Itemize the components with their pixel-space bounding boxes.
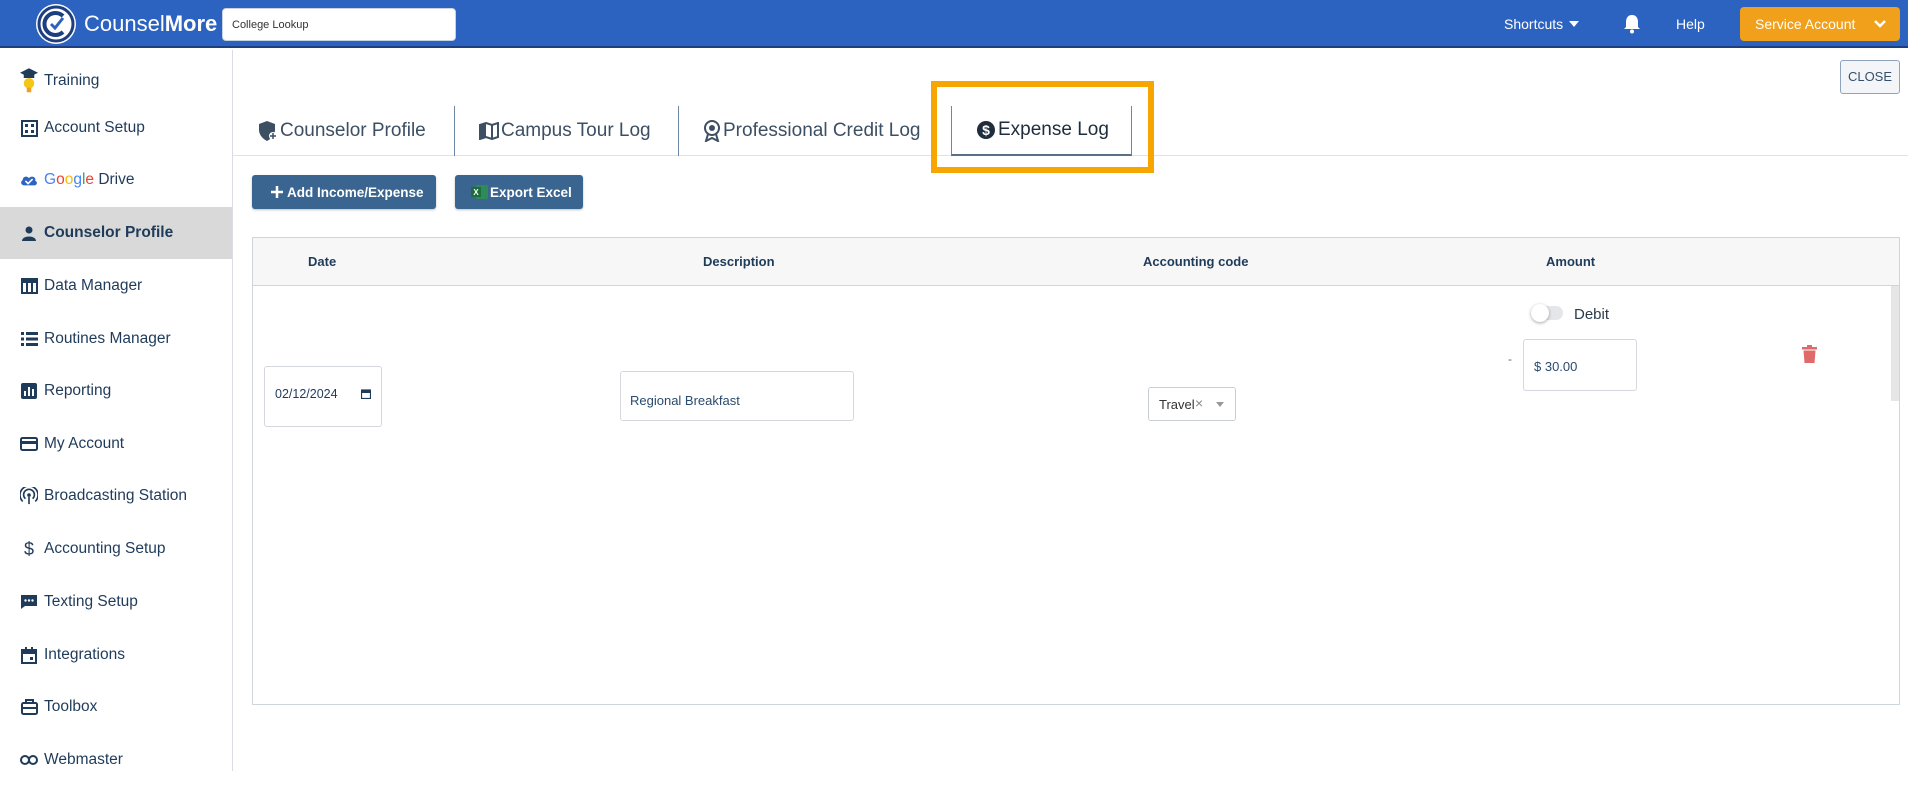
date-value: 02/12/2024 (275, 387, 338, 401)
tab-professional-credit-log[interactable]: Professional Credit Log (703, 106, 921, 156)
excel-icon: X (471, 185, 488, 199)
column-header-date: Date (308, 254, 337, 269)
sidebar-item-reporting[interactable]: Reporting (0, 365, 232, 417)
tab-counselor-profile[interactable]: Counselor Profile (258, 106, 426, 156)
sidebar-item-label: Integrations (44, 646, 125, 663)
close-button[interactable]: CLOSE (1840, 60, 1900, 94)
caret-down-icon (1569, 21, 1580, 27)
service-account-button[interactable]: Service Account (1740, 7, 1900, 41)
calendar-icon[interactable] (361, 389, 371, 399)
button-label: Export Excel (490, 184, 572, 200)
sidebar-item-training[interactable]: Training (0, 55, 232, 107)
clear-icon[interactable]: × (1195, 395, 1203, 411)
credit-card-icon (20, 435, 38, 453)
chevron-down-icon (1874, 20, 1886, 28)
add-income-expense-button[interactable]: Add Income/Expense (252, 175, 436, 209)
sidebar-item-label: Accounting Setup (44, 540, 166, 557)
sidebar-item-label: Counselor Profile (44, 224, 174, 241)
delete-trash-icon[interactable] (1802, 345, 1817, 368)
amount-sign: - (1508, 352, 1512, 366)
top-navigation-bar: CounselMore Shortcuts Help Service Accou… (0, 0, 1908, 48)
dropdown-arrow-icon[interactable] (1216, 402, 1224, 407)
column-header-amount: Amount (1546, 254, 1596, 269)
link-icon (20, 751, 38, 769)
sidebar-item-label: Webmaster (44, 751, 123, 768)
sidebar-item-accounting-setup[interactable]: $ Accounting Setup (0, 523, 232, 575)
sidebar-item-data-manager[interactable]: Data Manager (0, 260, 232, 312)
table-row: 02/12/2024 Regional Breakfast Travel × D… (253, 286, 1899, 704)
sidebar-item-label: Training (44, 72, 100, 89)
sidebar-item-label: Texting Setup (44, 593, 138, 610)
building-icon (20, 119, 38, 137)
award-icon (703, 120, 721, 142)
sidebar-item-routines-manager[interactable]: Routines Manager (0, 313, 232, 365)
plus-icon (271, 186, 283, 198)
college-lookup-input[interactable] (222, 8, 456, 41)
bar-chart-icon (20, 382, 38, 400)
export-excel-button[interactable]: X Export Excel (455, 175, 583, 209)
google-logo: Google (44, 171, 95, 188)
chat-icon (20, 593, 38, 611)
table-icon (20, 277, 38, 295)
sidebar-item-integrations[interactable]: Integrations (0, 629, 232, 681)
sidebar: Training Account Setup Google Drive Coun… (0, 50, 233, 771)
toolbox-icon (20, 698, 38, 716)
graduation-bulb-icon (20, 68, 38, 93)
button-label: Add Income/Expense (287, 184, 424, 200)
date-input[interactable]: 02/12/2024 (264, 366, 382, 427)
sidebar-item-texting-setup[interactable]: Texting Setup (0, 576, 232, 628)
sidebar-item-label: My Account (44, 435, 125, 452)
svg-text:X: X (473, 188, 479, 197)
tab-label: Counselor Profile (280, 120, 426, 141)
list-icon (20, 330, 38, 348)
sidebar-item-label: Account Setup (44, 119, 145, 136)
tab-highlight-box (931, 81, 1154, 173)
debit-label: Debit (1574, 306, 1610, 323)
brand-name: CounselMore (84, 11, 218, 36)
expense-table: Date Description Accounting code Amount … (252, 237, 1900, 705)
sidebar-item-label: Routines Manager (44, 330, 171, 347)
table-header: Date Description Accounting code Amount (253, 238, 1899, 286)
sidebar-item-toolbox[interactable]: Toolbox (0, 681, 232, 733)
amount-input[interactable]: $ 30.00 (1523, 339, 1637, 391)
sidebar-item-account-setup[interactable]: Account Setup (0, 102, 232, 154)
sidebar-item-label: Toolbox (44, 698, 98, 715)
scrollbar[interactable] (1891, 286, 1899, 401)
accounting-code-select[interactable]: Travel × (1148, 387, 1236, 421)
sidebar-item-label: Reporting (44, 382, 112, 399)
sidebar-item-my-account[interactable]: My Account (0, 418, 232, 470)
sidebar-item-counselor-profile[interactable]: Counselor Profile (0, 207, 232, 259)
debit-toggle[interactable] (1531, 304, 1563, 322)
column-header-accounting-code: Accounting code (1143, 254, 1249, 269)
shortcuts-menu[interactable]: Shortcuts (1504, 16, 1580, 32)
tab-separator (454, 106, 455, 156)
sidebar-item-webmaster[interactable]: Webmaster (0, 734, 232, 786)
notifications-bell-icon[interactable] (1623, 14, 1641, 39)
person-icon (20, 224, 38, 242)
tab-label: Professional Credit Log (723, 120, 921, 141)
counselmore-logo-icon[interactable] (36, 4, 76, 44)
tab-separator (678, 106, 679, 156)
sidebar-item-broadcasting-station[interactable]: Broadcasting Station (0, 470, 232, 522)
description-input[interactable]: Regional Breakfast (620, 371, 854, 421)
sidebar-item-google-drive[interactable]: Google Drive (0, 154, 232, 206)
tab-label: Campus Tour Log (501, 120, 651, 141)
broadcast-icon (20, 487, 38, 505)
help-link[interactable]: Help (1676, 16, 1705, 32)
calendar-icon (20, 646, 38, 664)
shield-icon (258, 120, 278, 142)
sidebar-item-label: Data Manager (44, 277, 143, 294)
map-icon (479, 122, 499, 140)
sidebar-item-label: Broadcasting Station (44, 487, 188, 504)
toggle-knob (1531, 304, 1549, 322)
dollar-icon: $ (23, 538, 34, 559)
accounting-code-value: Travel (1159, 397, 1195, 412)
sidebar-item-label: Drive (98, 171, 135, 188)
cloud-check-icon (20, 171, 38, 189)
column-header-description: Description (703, 254, 775, 269)
tab-campus-tour-log[interactable]: Campus Tour Log (479, 106, 651, 156)
